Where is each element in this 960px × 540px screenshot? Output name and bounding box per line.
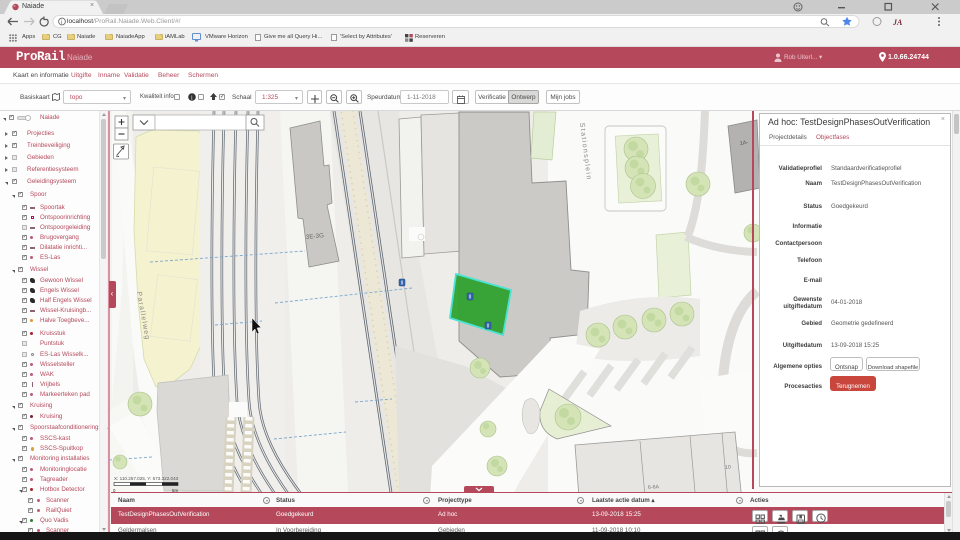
svg-text:i: i	[61, 19, 62, 26]
svg-text:X: 110.257.025, Y: 573.322.043: X: 110.257.025, Y: 573.322.043	[114, 476, 179, 481]
svg-text:JA: JA	[892, 18, 903, 27]
svg-text:6-6A: 6-6A	[648, 484, 660, 491]
svg-text:1A-: 1A-	[739, 140, 748, 147]
svg-text:10: 10	[725, 465, 731, 471]
